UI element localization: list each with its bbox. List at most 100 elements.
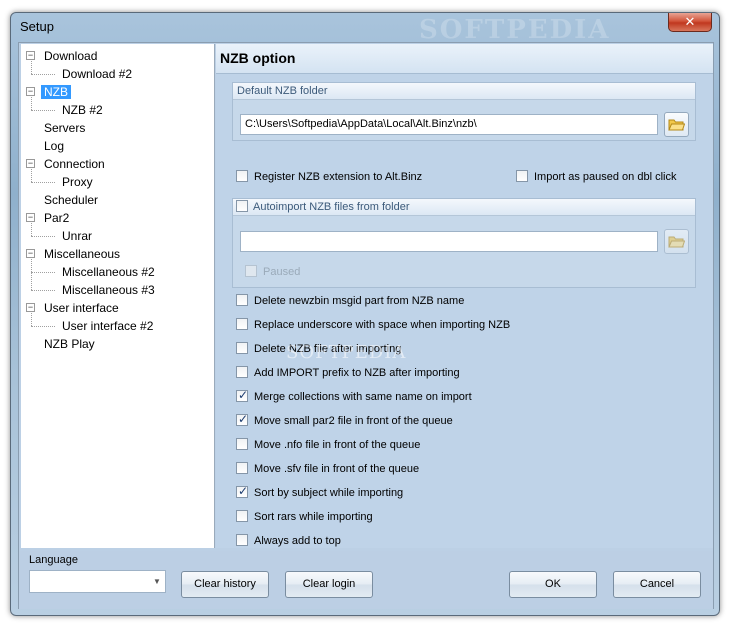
tree-item-label: Miscellaneous: [44, 247, 121, 261]
checkbox-box[interactable]: [236, 462, 248, 475]
import-option-checkbox[interactable]: Sort by subject while importing: [236, 484, 404, 502]
tree-item-label: Miscellaneous #3: [62, 283, 155, 297]
tree-item[interactable]: Proxy: [59, 173, 96, 191]
collapse-icon[interactable]: −: [26, 159, 35, 168]
tree-item-label: User interface: [44, 301, 119, 315]
tree-item[interactable]: Miscellaneous #3: [59, 281, 158, 299]
tree-connector: [31, 290, 55, 291]
tree-item-label: Miscellaneous #2: [62, 265, 155, 279]
tree-item[interactable]: Download #2: [59, 65, 135, 83]
import-option-checkbox[interactable]: Delete newzbin msgid part from NZB name: [236, 294, 464, 310]
collapse-icon[interactable]: −: [26, 213, 35, 222]
import-option-checkbox[interactable]: Merge collections with same name on impo…: [236, 388, 472, 406]
checkbox-checked-icon[interactable]: [236, 388, 248, 403]
browse-autoimport-folder-button[interactable]: [664, 229, 689, 254]
folder-icon: [668, 236, 685, 248]
tree-connector: [31, 182, 55, 183]
checkbox-box[interactable]: [236, 342, 248, 355]
nzb-options-panel: NZB option Default NZB folder C:\Users\S…: [216, 44, 713, 548]
tree-item-label: NZB: [41, 85, 71, 99]
cancel-button[interactable]: Cancel: [613, 571, 701, 598]
close-button[interactable]: ✕: [668, 13, 712, 32]
import-option-label: Move small par2 file in front of the que…: [254, 415, 453, 428]
panel-title: NZB option: [220, 50, 296, 66]
tree-item[interactable]: User interface: [41, 299, 122, 317]
clear-login-button[interactable]: Clear login: [285, 571, 373, 598]
setup-window: Setup SOFTPEDIA ✕ Download − Download #2 NZ…: [10, 12, 720, 616]
tree-connector: [31, 313, 32, 326]
import-option-checkbox[interactable]: Replace underscore with space when impor…: [236, 318, 510, 334]
collapse-icon[interactable]: −: [26, 51, 35, 60]
clear-history-button[interactable]: Clear history: [181, 571, 269, 598]
checkbox-box[interactable]: [236, 510, 248, 523]
register-extension-checkbox[interactable]: Register NZB extension to Alt.Binz: [236, 170, 422, 186]
default-folder-input[interactable]: C:\Users\Softpedia\AppData\Local\Alt.Bin…: [240, 114, 658, 135]
tree-item-label: Par2: [44, 211, 70, 225]
collapse-icon[interactable]: −: [26, 87, 35, 96]
tree-item[interactable]: Connection: [41, 155, 108, 173]
register-extension-label: Register NZB extension to Alt.Binz: [254, 171, 423, 184]
register-extension-box[interactable]: [236, 170, 248, 183]
panel-header: NZB option: [216, 44, 713, 74]
import-option-checkbox[interactable]: Move .sfv file in front of the queue: [236, 462, 419, 478]
settings-tree: Download − Download #2 NZB − NZB #2 Servers Log…: [21, 44, 215, 548]
import-option-checkbox[interactable]: Move small par2 file in front of the que…: [236, 412, 453, 430]
autoimport-header[interactable]: Autoimport NZB files from folder: [233, 199, 695, 216]
tree-item[interactable]: NZB: [41, 83, 71, 101]
checkbox-box[interactable]: [236, 534, 248, 547]
folder-icon: [668, 119, 685, 131]
tree-connector: [31, 74, 55, 75]
tree-item-label: User interface #2: [62, 319, 154, 333]
tree-item[interactable]: Miscellaneous: [41, 245, 123, 263]
import-paused-checkbox[interactable]: Import as paused on dbl click: [516, 170, 676, 186]
import-option-checkbox[interactable]: Add IMPORT prefix to NZB after importing: [236, 366, 460, 382]
autoimport-paused-checkbox[interactable]: Paused: [245, 265, 300, 281]
import-paused-label: Import as paused on dbl click: [534, 171, 677, 184]
tree-item[interactable]: Miscellaneous #2: [59, 263, 158, 281]
default-folder-header: Default NZB folder: [233, 83, 695, 100]
ok-button[interactable]: OK: [509, 571, 597, 598]
tree-item[interactable]: NZB #2: [59, 101, 106, 119]
language-label: Language: [29, 554, 78, 566]
tree-item[interactable]: Download: [41, 47, 100, 65]
tree-connector: [31, 61, 32, 74]
collapse-icon[interactable]: −: [26, 303, 35, 312]
client-area: Download − Download #2 NZB − NZB #2 Servers Log…: [18, 42, 714, 609]
tree-item-label: Servers: [44, 121, 86, 135]
language-select[interactable]: ▼: [29, 570, 166, 593]
autoimport-folder-input[interactable]: [240, 231, 658, 252]
tree-connector: [31, 223, 32, 236]
tree-item[interactable]: NZB Play: [41, 335, 98, 353]
title-bar[interactable]: Setup SOFTPEDIA ✕: [11, 13, 719, 45]
chevron-down-icon[interactable]: ▼: [149, 571, 165, 592]
checkbox-checked-icon[interactable]: [236, 484, 248, 499]
tree-item[interactable]: Servers: [41, 119, 88, 137]
import-option-label: Always add to top: [254, 535, 341, 548]
import-option-checkbox[interactable]: Move .nfo file in front of the queue: [236, 438, 420, 454]
import-option-label: Delete newzbin msgid part from NZB name: [254, 295, 465, 308]
import-option-label: Move .nfo file in front of the queue: [254, 439, 421, 452]
import-option-label: Sort by subject while importing: [254, 487, 404, 500]
browse-default-folder-button[interactable]: [664, 112, 689, 137]
checkbox-box[interactable]: [236, 294, 248, 307]
import-option-checkbox[interactable]: Always add to top: [236, 534, 341, 550]
checkbox-box[interactable]: [236, 318, 248, 331]
collapse-icon[interactable]: −: [26, 249, 35, 258]
tree-item[interactable]: Scheduler: [41, 191, 101, 209]
tree-item-label: Connection: [44, 157, 105, 171]
tree-item-label: NZB #2: [62, 103, 103, 117]
checkbox-box[interactable]: [236, 438, 248, 451]
import-paused-box[interactable]: [516, 170, 528, 183]
checkbox-box[interactable]: [236, 366, 248, 379]
tree-item[interactable]: Log: [41, 137, 67, 155]
window-title: Setup: [20, 19, 54, 34]
tree-item[interactable]: User interface #2: [59, 317, 156, 335]
autoimport-checkbox[interactable]: [236, 200, 248, 213]
tree-item-label: Download: [44, 49, 98, 63]
autoimport-paused-box[interactable]: [245, 265, 257, 278]
import-option-checkbox[interactable]: Sort rars while importing: [236, 510, 373, 526]
tree-item[interactable]: Par2: [41, 209, 72, 227]
import-option-label: Sort rars while importing: [254, 511, 373, 524]
checkbox-checked-icon[interactable]: [236, 412, 248, 427]
tree-item[interactable]: Unrar: [59, 227, 95, 245]
